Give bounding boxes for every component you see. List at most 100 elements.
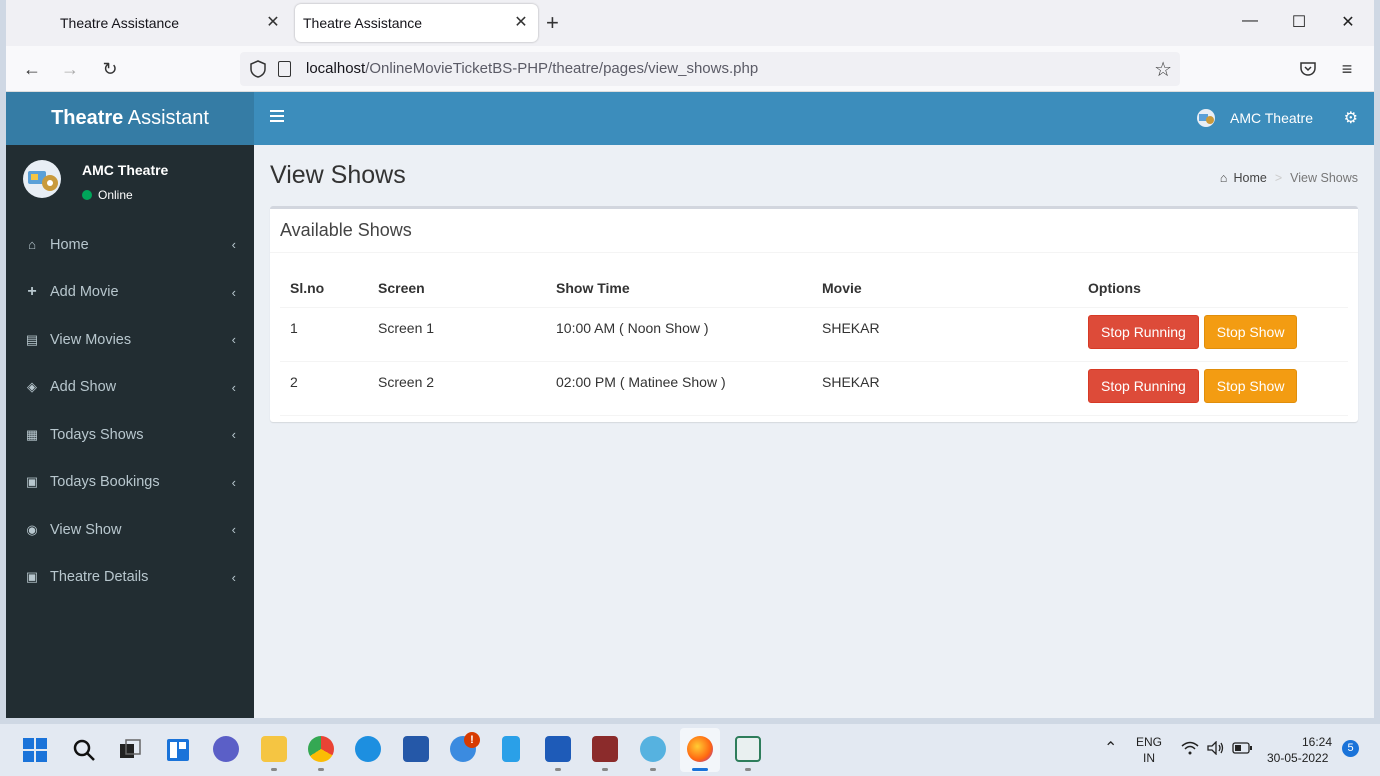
new-tab-button[interactable]: + [546,12,559,34]
store-icon[interactable] [403,736,429,762]
breadcrumb-current: View Shows [1290,171,1358,185]
lang-bottom[interactable]: IN [1143,751,1155,765]
task-view-icon[interactable] [118,738,142,762]
cell-screen: Screen 1 [368,307,546,362]
sidebar: AMC Theatre Online ⌂ Home ‹ + Add Movie … [6,145,254,718]
chevron-up-icon[interactable]: ⌃ [1104,738,1117,758]
app-window-icon[interactable] [735,736,761,762]
help-badge: ! [464,732,480,748]
stop-show-button[interactable]: Stop Show [1203,314,1298,349]
close-tab-icon[interactable]: ✕ [262,12,284,34]
page-title: View Shows [270,161,406,189]
stop-running-button[interactable]: Stop Running [1088,314,1199,349]
url-text: localhost/OnlineMovieTicketBS-PHP/theatr… [306,60,759,77]
forward-arrow-icon[interactable]: → [59,58,81,80]
battery-icon[interactable] [1232,742,1252,754]
sidebar-item-home[interactable]: ⌂ Home ‹ [6,221,254,269]
running-indicator [650,768,656,771]
sidebar-item-add-movie[interactable]: + Add Movie ‹ [6,269,254,317]
sidebar-user-name: AMC Theatre [82,162,169,178]
browser-window: Theatre Assistance ✕ Theatre Assistance … [6,0,1374,718]
lang-top[interactable]: ENG [1136,735,1162,749]
stop-show-button[interactable]: Stop Show [1203,368,1298,403]
winrar-icon[interactable] [592,736,618,762]
maximize-icon[interactable]: ☐ [1289,12,1309,32]
cell-options: Stop Running Stop Show [1078,361,1348,416]
breadcrumb-home-link[interactable]: Home [1233,171,1266,185]
clock-time[interactable]: 16:24 [1302,735,1332,749]
minimize-icon[interactable]: — [1240,12,1260,30]
menu-icon[interactable]: ≡ [1336,58,1358,80]
content-wrapper: View Shows ⌂ Home > View Shows Available… [254,145,1374,718]
theatre-avatar-icon [23,160,61,198]
back-arrow-icon[interactable]: ← [21,58,43,80]
windows-start-icon[interactable] [23,738,47,762]
wifi-icon[interactable] [1181,741,1199,755]
sidebar-item-label: View Movies [50,331,132,348]
cell-options: Stop Running Stop Show [1078,307,1348,362]
column-header: Screen [368,269,546,308]
widgets-icon[interactable] [166,738,190,762]
nav-bar: ← → ↻ localhost/OnlineMovieTicketBS-PHP/… [6,46,1374,92]
home-icon: ⌂ [1219,171,1228,185]
sidebar-item-todays-shows[interactable]: ▦ Todays Shows ‹ [6,411,254,459]
calendar-icon: ▦ [25,426,39,442]
file-explorer-icon[interactable] [261,736,287,762]
stop-running-button[interactable]: Stop Running [1088,368,1199,403]
table-header-row: Sl.no Screen Show Time Movie Options [280,269,1348,308]
reload-icon[interactable]: ↻ [99,58,121,80]
word-icon[interactable] [545,736,571,762]
app-root: Theatre Assistant AMC Theatre ⚙ AMC Thea… [6,92,1374,718]
sidebar-item-label: Add Movie [50,284,119,301]
app-logo[interactable]: Theatre Assistant [6,92,254,145]
browser-tab-2-active[interactable]: Theatre Assistance ✕ [295,4,538,42]
browser-tab-1[interactable]: Theatre Assistance ✕ [46,4,290,42]
sidebar-item-todays-bookings[interactable]: ▣ Todays Bookings ‹ [6,459,254,507]
film-icon: ▣ [25,474,39,490]
list-icon: ▤ [25,331,39,347]
paint-icon[interactable] [640,736,666,762]
sidebar-item-view-show[interactable]: ◉ View Show ‹ [6,506,254,554]
sidebar-item-label: Theatre Details [50,569,149,586]
chrome-icon[interactable] [308,736,334,762]
online-status: Online [82,188,133,202]
box-title: Available Shows [270,209,1358,253]
film-icon: ▣ [25,569,39,585]
volume-icon[interactable] [1207,741,1225,755]
close-tab-icon[interactable]: ✕ [510,12,532,34]
firefox-icon[interactable] [687,736,713,762]
chevron-left-icon: ‹ [231,237,236,253]
phone-link-icon[interactable] [502,736,520,762]
running-indicator [318,768,324,771]
bookmark-star-icon[interactable]: ☆ [1154,57,1172,82]
cell-screen: Screen 2 [368,361,546,416]
notification-count-badge[interactable]: 5 [1342,740,1359,757]
url-bar[interactable]: localhost/OnlineMovieTicketBS-PHP/theatr… [240,52,1180,86]
settings-gears-icon[interactable]: ⚙ [1344,108,1358,128]
shows-box: Available Shows Sl.no Screen Show Time M… [270,206,1358,422]
chevron-left-icon: ‹ [231,379,236,395]
user-panel: AMC Theatre Online [6,145,254,221]
clock-date[interactable]: 30-05-2022 [1267,751,1328,765]
chevron-left-icon: ‹ [231,522,236,538]
tab-title: Theatre Assistance [303,15,423,31]
search-icon[interactable] [72,738,96,762]
chevron-left-icon: ‹ [231,427,236,443]
sidebar-item-label: Home [50,236,89,253]
user-menu[interactable]: AMC Theatre [1194,108,1313,128]
table-row: 1 Screen 1 10:00 AM ( Noon Show ) SHEKAR… [280,307,1348,362]
teams-chat-icon[interactable] [213,736,239,762]
home-icon: ⌂ [28,237,36,253]
sidebar-item-label: Add Show [50,379,117,396]
column-header: Movie [812,269,1078,308]
sidebar-toggle-icon[interactable] [270,110,284,122]
sidebar-item-theatre-details[interactable]: ▣ Theatre Details ‹ [6,554,254,602]
close-window-icon[interactable]: ✕ [1338,12,1358,32]
top-header: AMC Theatre ⚙ [254,92,1374,145]
cell-show-time: 02:00 PM ( Matinee Show ) [546,361,812,416]
edge-icon[interactable] [355,736,381,762]
chevron-left-icon: ‹ [231,569,236,585]
sidebar-item-view-movies[interactable]: ▤ View Movies ‹ [6,316,254,364]
pocket-icon[interactable] [1299,60,1317,78]
sidebar-item-add-show[interactable]: ◈ Add Show ‹ [6,364,254,412]
